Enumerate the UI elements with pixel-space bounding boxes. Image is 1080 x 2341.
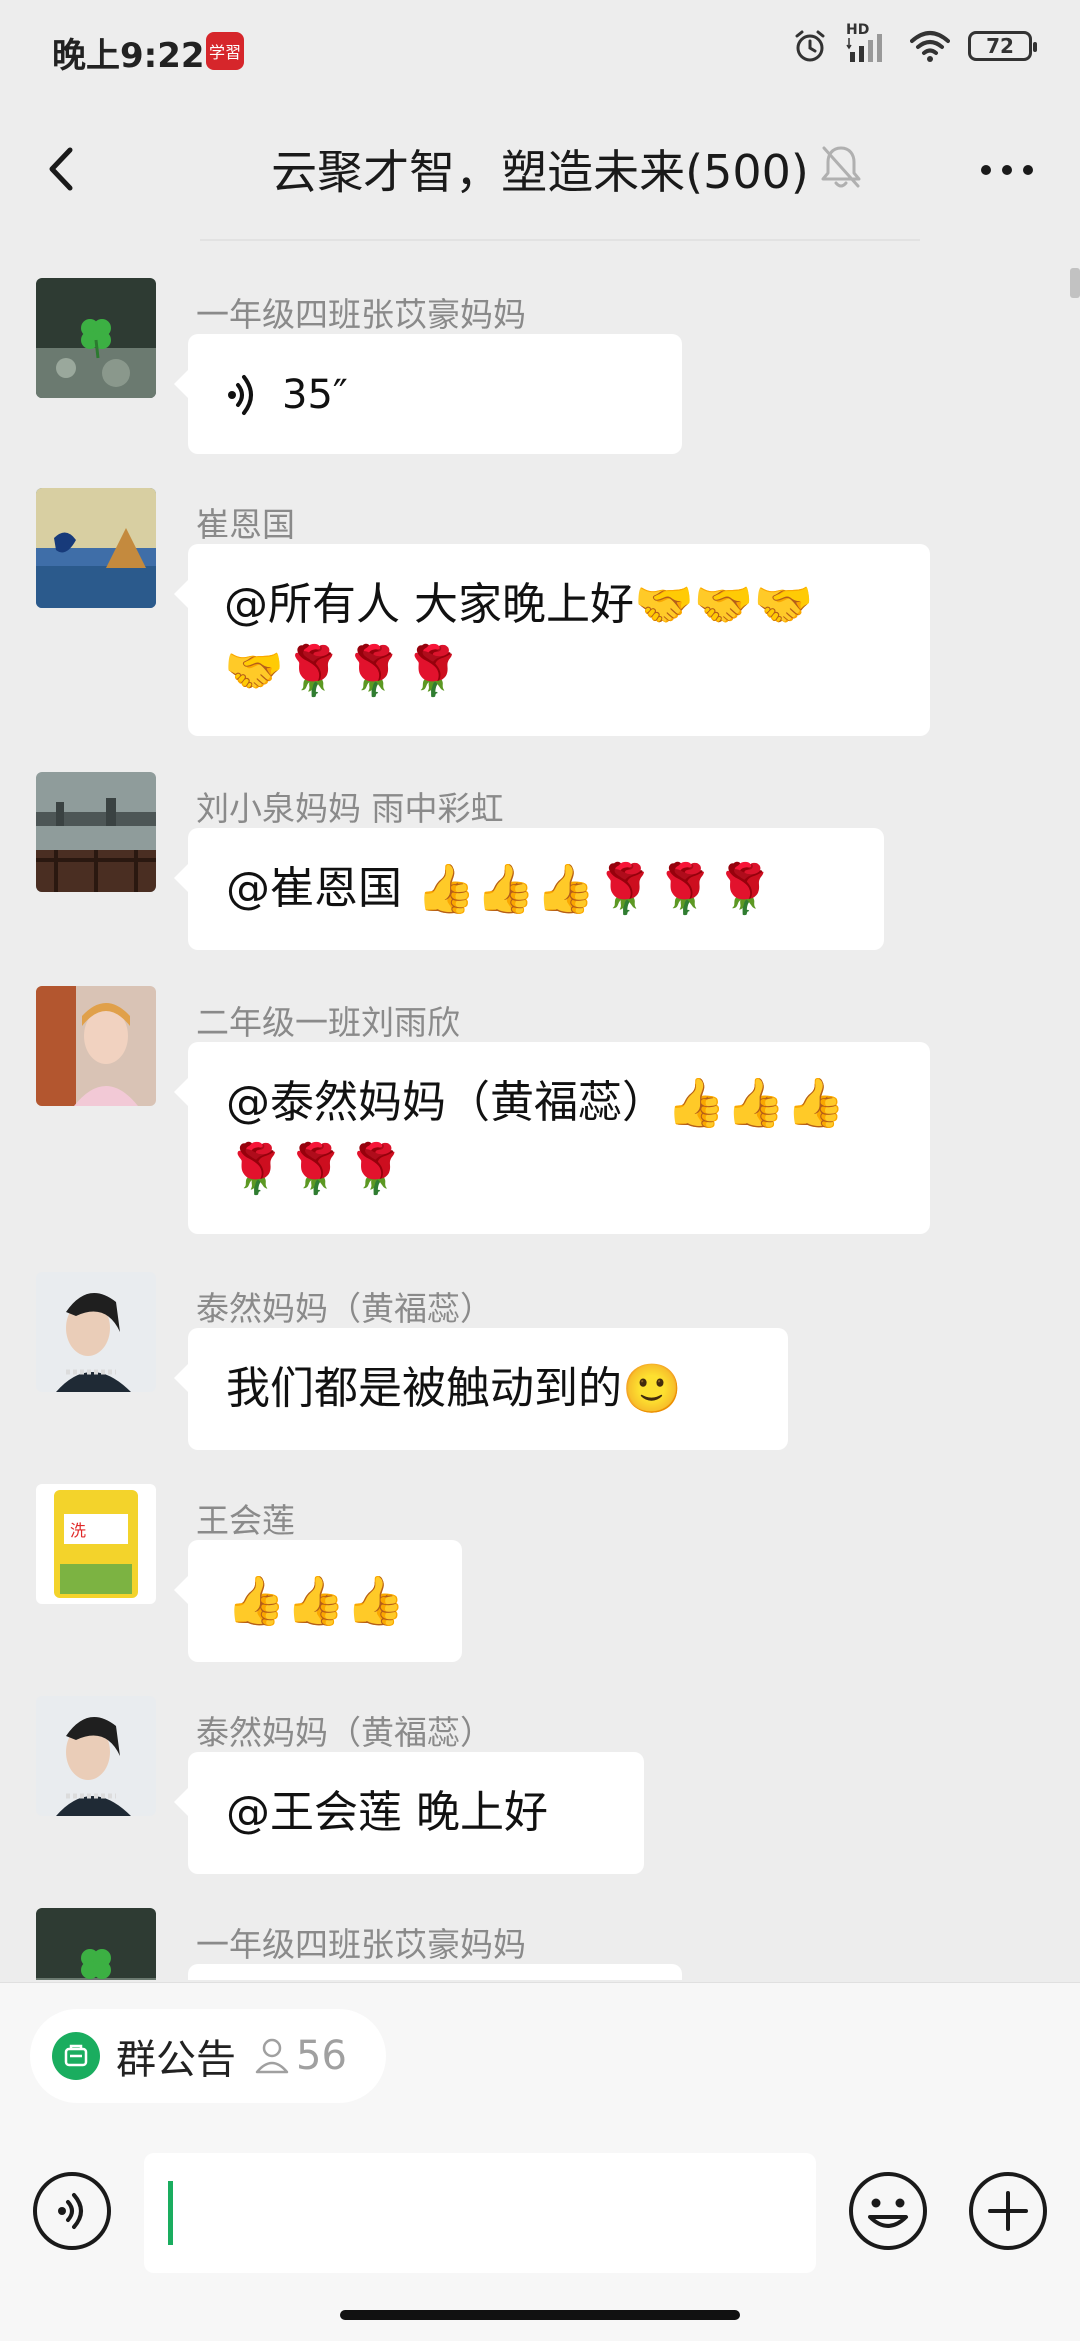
message-item: 一年级四班张苡豪妈妈 35″ (36, 278, 1036, 468)
text-message-bubble[interactable]: 👍👍👍 (174, 1540, 462, 1662)
text-message-bubble[interactable]: @崔恩国 👍👍👍🌹🌹🌹 (174, 828, 884, 950)
group-notice-label: 群公告 (116, 2037, 236, 2083)
message-item: 刘小泉妈妈 雨中彩虹 @崔恩国 👍👍👍🌹🌹🌹 (36, 772, 1036, 972)
text-message-bubble[interactable]: @所有人 大家晚上好🤝🤝🤝 🤝🌹🌹🌹 (174, 544, 930, 736)
avatar[interactable] (36, 1908, 156, 1980)
message-item: 二年级一班刘雨欣 @泰然妈妈（黄福蕊）👍👍👍 🌹🌹🌹 (36, 986, 1036, 1246)
alarm-icon (795, 30, 825, 62)
message-list[interactable]: 一年级四班张苡豪妈妈 35″ 崔恩国 @所有人 大家晚上好🤝🤝🤝 🤝🌹🌹🌹 刘小… (0, 250, 1080, 1980)
status-time: 晚上9:22 (52, 36, 205, 76)
rose-emoji: 🤝🌹🌹🌹 (224, 643, 464, 699)
text-message-bubble[interactable]: 我们都是被触动到的🙂 (174, 1328, 788, 1450)
voice-input-icon (33, 2172, 111, 2250)
notice-icon (52, 2032, 100, 2080)
thumbs-up-emoji: 👍👍👍 (666, 1075, 846, 1131)
signal-icon: HD (846, 22, 892, 64)
message-item: 崔恩国 @所有人 大家晚上好🤝🤝🤝 🤝🌹🌹🌹 (36, 488, 1036, 748)
more-dots-icon (981, 165, 1033, 175)
wifi-icon (910, 31, 950, 62)
sender-name: 王会莲 (196, 1501, 295, 1540)
group-notice-button[interactable]: 群公告 56 (30, 2009, 386, 2103)
message-text: 我们都是被触动到的 (226, 1363, 622, 1414)
text-caret (168, 2181, 173, 2245)
emoji-icon (849, 2172, 927, 2250)
sender-name: 刘小泉妈妈 雨中彩虹 (196, 789, 504, 828)
chat-header: 云聚才智，塑造未来(500) (0, 100, 1080, 240)
voice-message-bubble[interactable]: 35″ (174, 334, 682, 454)
thumbs-up-rose-emoji: 👍👍👍🌹🌹🌹 (416, 861, 775, 917)
text-message-bubble[interactable]: @王会莲 晚上好 (174, 1752, 644, 1874)
message-text: @泰然妈妈（黄福蕊） (226, 1077, 666, 1128)
thumbs-up-emoji: 👍👍👍 (226, 1573, 406, 1629)
sender-name: 一年级四班张苡豪妈妈 (196, 295, 526, 334)
status-icons: HD 72 (792, 22, 1037, 64)
member-count: 56 (296, 2033, 347, 2079)
message-item: 泰然妈妈（黄福蕊） 我们都是被触动到的🙂 (36, 1272, 1036, 1472)
avatar[interactable] (36, 488, 156, 608)
message-item: 泰然妈妈（黄福蕊） @王会莲 晚上好 (36, 1696, 1036, 1896)
handshake-emoji: 🤝🤝🤝 (634, 577, 814, 633)
message-text: @王会莲 晚上好 (226, 1787, 548, 1838)
voice-input-button[interactable] (32, 2171, 112, 2251)
mute-bell-icon (818, 142, 864, 192)
sender-name: 泰然妈妈（黄福蕊） (196, 1713, 493, 1752)
voice-wave-icon (228, 375, 253, 415)
member-icon (255, 2038, 289, 2074)
chat-title: 云聚才智，塑造未来(500) (271, 145, 809, 199)
header-divider (200, 239, 920, 241)
message-text: @所有人 大家晚上好 (224, 579, 634, 630)
chat-input-area: 群公告 56 (0, 1982, 1080, 2341)
sender-name: 二年级一班刘雨欣 (196, 1003, 460, 1042)
sender-name: 崔恩国 (196, 505, 295, 544)
app-notification-icon: 学習 (206, 32, 244, 70)
avatar[interactable] (36, 986, 156, 1106)
avatar[interactable]: 洗 (36, 1484, 156, 1604)
smile-emoji: 🙂 (622, 1361, 682, 1417)
text-message-bubble[interactable]: @泰然妈妈（黄福蕊）👍👍👍 🌹🌹🌹 (174, 1042, 930, 1234)
text-message-bubble[interactable] (188, 1964, 682, 1980)
svg-text:洗: 洗 (70, 1521, 86, 1540)
more-functions-button[interactable] (968, 2171, 1048, 2251)
sender-name: 一年级四班张苡豪妈妈 (196, 1925, 526, 1964)
battery-level: 72 (986, 34, 1014, 58)
message-item: 一年级四班张苡豪妈妈 (36, 1908, 1036, 1980)
avatar[interactable] (36, 278, 156, 398)
plus-icon (969, 2172, 1047, 2250)
emoji-button[interactable] (848, 2171, 928, 2251)
message-item: 洗 王会莲 👍👍👍 (36, 1484, 1036, 1684)
status-bar: 晚上9:22 学習 HD 72 (0, 0, 1080, 100)
more-button[interactable] (972, 150, 1042, 190)
avatar[interactable] (36, 1696, 156, 1816)
message-input[interactable] (144, 2153, 816, 2273)
battery-icon: 72 (968, 31, 1037, 61)
rose-emoji: 🌹🌹🌹 (226, 1141, 406, 1197)
avatar[interactable] (36, 772, 156, 892)
avatar[interactable] (36, 1272, 156, 1392)
message-text: @崔恩国 (226, 863, 416, 914)
voice-duration: 35″ (282, 372, 348, 418)
sender-name: 泰然妈妈（黄福蕊） (196, 1289, 493, 1328)
home-indicator[interactable] (340, 2310, 740, 2320)
